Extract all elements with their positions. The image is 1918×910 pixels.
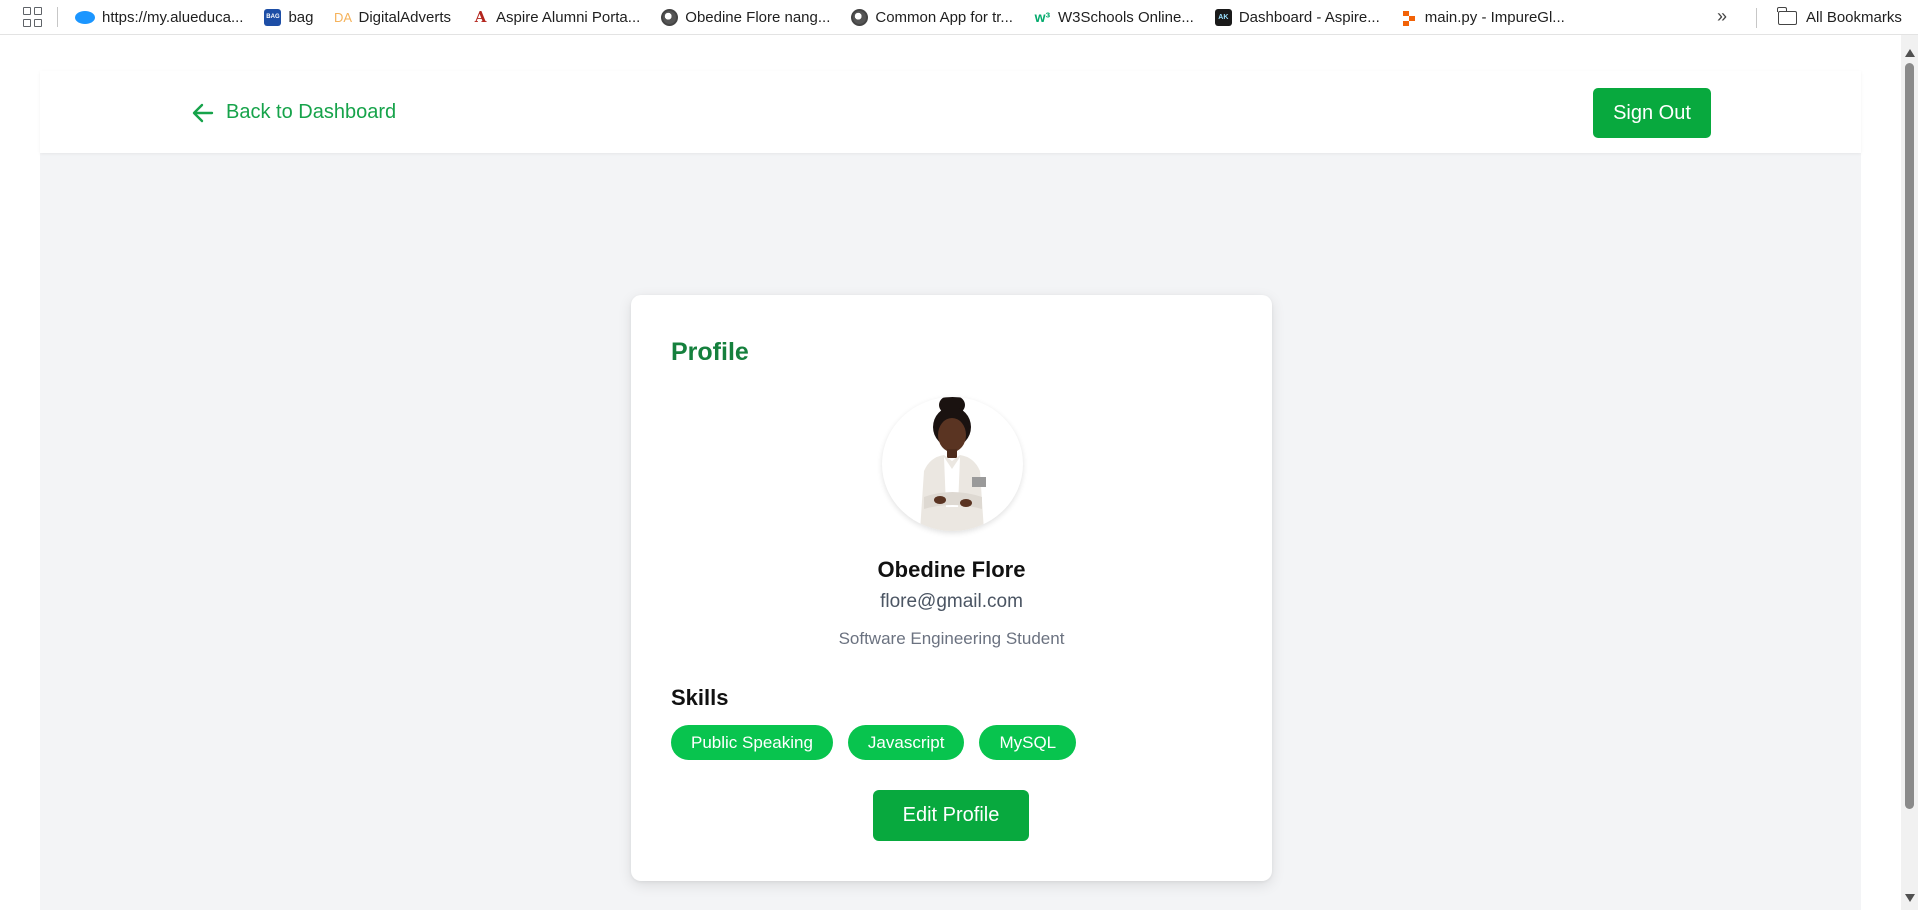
- profile-name: Obedine Flore: [877, 557, 1026, 582]
- profile-role: Software Engineering Student: [838, 629, 1065, 648]
- bookmark-label: bag: [288, 8, 314, 26]
- scroll-thumb[interactable]: [1905, 63, 1914, 809]
- bookmarks-divider: [1756, 8, 1757, 28]
- bookmark-dashboard-aspire[interactable]: AK Dashboard - Aspire...: [1214, 8, 1380, 26]
- skill-chip: Javascript: [847, 725, 965, 760]
- bookmark-label: Obedine Flore nang...: [685, 8, 831, 26]
- profile-email: flore@gmail.com: [880, 591, 1023, 612]
- cloud-icon: [75, 10, 95, 24]
- bag-icon: BAG: [264, 8, 282, 26]
- bookmark-alueducation[interactable]: https://my.alueduca...: [75, 9, 243, 26]
- bookmarks-divider: [57, 7, 58, 27]
- back-to-dashboard-link[interactable]: Back to Dashboard: [192, 101, 396, 124]
- da-icon: DA: [333, 9, 353, 25]
- aspire-dashboard-icon: AK: [1214, 8, 1232, 26]
- skills-list: Public Speaking Javascript MySQL: [671, 725, 1077, 760]
- skill-chip: Public Speaking: [671, 725, 833, 760]
- bookmark-replit[interactable]: main.py - ImpureGl...: [1401, 9, 1565, 26]
- person-photo-icon: [920, 397, 986, 531]
- bookmark-common-app[interactable]: Common App for tr...: [851, 8, 1013, 26]
- page-content: Back to Dashboard Sign Out Profile Obedi…: [40, 71, 1861, 910]
- bookmark-label: DigitalAdverts: [358, 8, 452, 26]
- bookmark-label: https://my.alueduca...: [102, 8, 244, 26]
- profile-card: Profile Obedine Flore flore@gmail.com So…: [631, 295, 1272, 881]
- bookmark-label: main.py - ImpureGl...: [1424, 8, 1565, 26]
- all-bookmarks-label: All Bookmarks: [1806, 9, 1902, 26]
- skills-heading: Skills: [671, 685, 729, 710]
- bookmark-bag[interactable]: BAG bag: [264, 8, 314, 26]
- all-bookmarks-button[interactable]: All Bookmarks: [1777, 0, 1902, 35]
- bookmark-label: Dashboard - Aspire...: [1238, 8, 1380, 26]
- w3schools-icon: w³: [1034, 9, 1051, 25]
- bookmark-w3schools[interactable]: w³ W3Schools Online...: [1034, 9, 1194, 26]
- scroll-up-arrow-icon[interactable]: [1905, 49, 1915, 57]
- bookmarks-bar: https://my.alueduca... BAG bag DA Digita…: [0, 0, 1918, 35]
- profile-title: Profile: [671, 338, 749, 366]
- skill-chip: MySQL: [979, 725, 1077, 760]
- page-scrollbar[interactable]: [1901, 35, 1918, 910]
- bookmark-label: Aspire Alumni Porta...: [496, 8, 641, 26]
- back-link-label: Back to Dashboard: [226, 101, 397, 123]
- sign-out-button[interactable]: Sign Out: [1593, 88, 1711, 138]
- edit-profile-button[interactable]: Edit Profile: [873, 790, 1029, 841]
- avatar: [882, 397, 1023, 531]
- scroll-down-arrow-icon[interactable]: [1905, 894, 1915, 902]
- top-navbar: Back to Dashboard Sign Out: [40, 71, 1861, 153]
- bookmark-obedine-flore[interactable]: Obedine Flore nang...: [661, 8, 831, 26]
- aspire-icon: A: [474, 8, 487, 26]
- bookmark-aspire-alumni[interactable]: A Aspire Alumni Porta...: [472, 8, 641, 26]
- globe-icon: [661, 8, 679, 26]
- replit-icon: [1401, 9, 1418, 26]
- bookmark-label: Common App for tr...: [875, 8, 1013, 26]
- bookmark-label: W3Schools Online...: [1057, 8, 1194, 26]
- bookmark-digitaladverts[interactable]: DA DigitalAdverts: [333, 8, 452, 26]
- globe-icon: [851, 8, 869, 26]
- arrow-left-icon: [192, 103, 214, 122]
- apps-grid-icon[interactable]: [23, 7, 43, 27]
- folder-icon: [1777, 6, 1797, 25]
- more-bookmarks-icon[interactable]: »: [1717, 6, 1727, 27]
